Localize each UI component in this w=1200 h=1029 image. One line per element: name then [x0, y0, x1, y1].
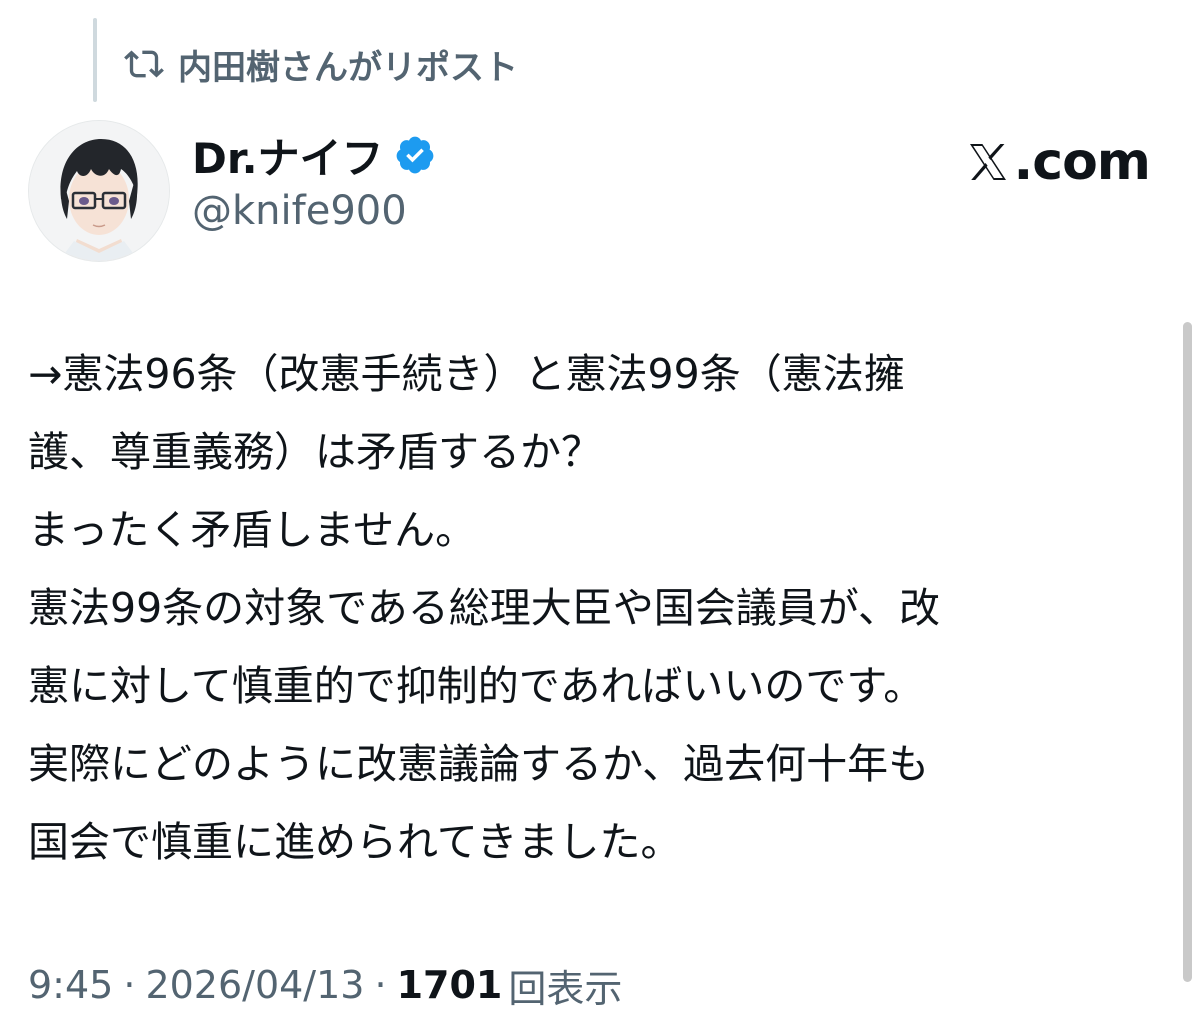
avatar-image: [29, 121, 169, 261]
meta-separator: ·: [374, 963, 387, 1007]
verified-badge-icon: [396, 136, 433, 174]
tweet-line: 実際にどのように改憲議論するか、過去何十年も: [28, 740, 930, 788]
author-name-row[interactable]: Dr.ナイフ: [192, 124, 436, 186]
tweet-text: →憲法96条（改憲手続き）と憲法99条（憲法擁 護、尊重義務）は矛盾するか？ ま…: [28, 335, 1158, 881]
thread-line: [93, 18, 97, 102]
x-logo-icon: [969, 144, 1006, 180]
tweet-line: 憲法99条の対象である総理大臣や国会議員が、改: [28, 584, 940, 632]
avatar[interactable]: [28, 120, 170, 262]
tweet-line: まったく矛盾しません。: [28, 506, 477, 554]
meta-separator: ·: [123, 963, 136, 1007]
tweet-line: →憲法96条（改憲手続き）と憲法99条（憲法擁: [28, 350, 905, 398]
tweet-date[interactable]: 2026/04/13: [145, 963, 364, 1007]
tweet-line: 国会で慎重に進められてきました。: [28, 818, 682, 866]
tweet-meta: 9:45 · 2026/04/13 · 1701 回表示: [28, 955, 622, 1015]
display-name: Dr.ナイフ: [192, 133, 384, 183]
repost-indicator[interactable]: 内田樹さんがリポスト: [124, 36, 518, 92]
repost-icon: [124, 50, 164, 78]
brand-watermark: .com: [964, 132, 1151, 192]
views-count: 1701: [396, 963, 503, 1007]
brand-label: .com: [1013, 132, 1151, 192]
author-handle[interactable]: @knife900: [192, 188, 407, 234]
repost-text: 内田樹さんがリポスト: [178, 47, 518, 88]
tweet-time[interactable]: 9:45: [28, 963, 113, 1007]
views-label: 回表示: [508, 966, 623, 1011]
scrollbar[interactable]: [1183, 322, 1192, 982]
tweet-screenshot: 内田樹さんがリポスト Dr.ナイフ @knife900 .com →憲法96条（…: [0, 0, 1200, 1029]
tweet-line: 憲に対して慎重的で抑制的であればいいのです。: [28, 662, 925, 710]
tweet-line: 護、尊重義務）は矛盾するか？: [28, 428, 602, 476]
